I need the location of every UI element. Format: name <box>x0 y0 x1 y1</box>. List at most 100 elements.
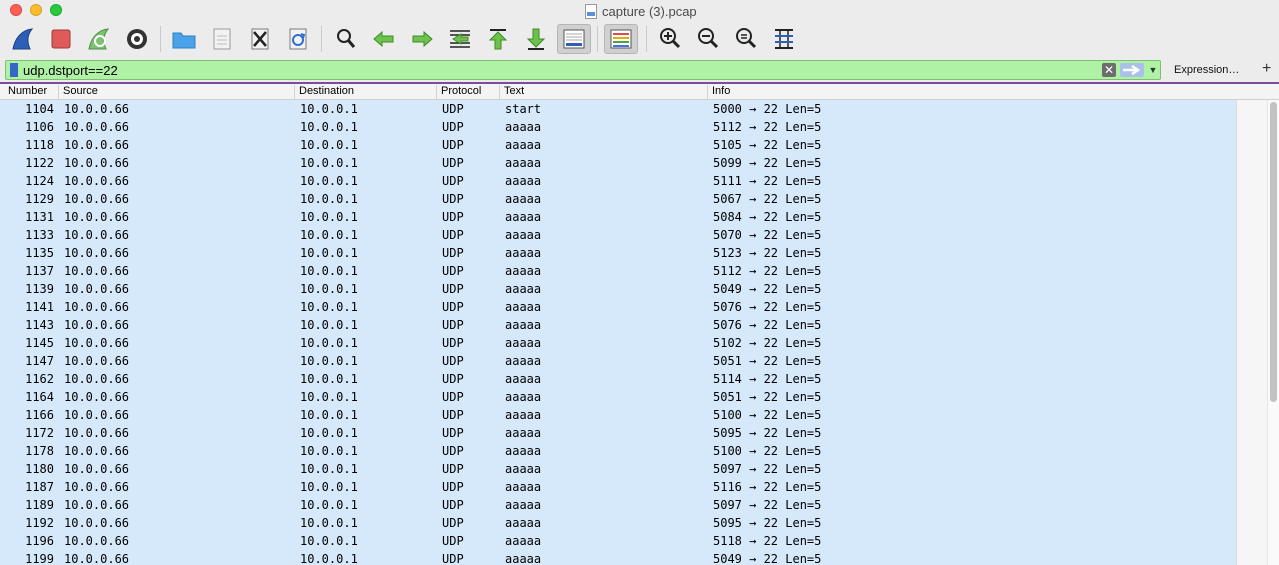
packet-source: 10.0.0.66 <box>64 120 130 134</box>
packet-row[interactable]: 1131 10.0.0.66 10.0.0.1 UDP aaaaa 5084 → 22 L… <box>0 208 1236 226</box>
column-header-protocol[interactable]: Protocol <box>436 85 481 99</box>
packet-row[interactable]: 1135 10.0.0.66 10.0.0.1 UDP aaaaa 5123 → 22 L… <box>0 244 1236 262</box>
packet-destination: 10.0.0.1 <box>300 552 358 565</box>
packet-number: 1172 <box>25 426 54 440</box>
zoom-out-icon[interactable] <box>693 24 723 54</box>
packet-info: 5116 → 22 Len=5 <box>713 480 822 494</box>
packet-row[interactable]: 1199 10.0.0.66 10.0.0.1 UDP aaaaa 5049 → 22 L… <box>0 550 1236 565</box>
go-back-icon[interactable] <box>369 24 399 54</box>
packet-source: 10.0.0.66 <box>64 138 130 152</box>
packet-number: 1135 <box>25 246 54 260</box>
packet-row[interactable]: 1162 10.0.0.66 10.0.0.1 UDP aaaaa 5114 → 22 L… <box>0 370 1236 388</box>
filter-bookmark-icon[interactable] <box>10 63 18 77</box>
open-file-icon[interactable] <box>169 24 199 54</box>
column-header-info[interactable]: Info <box>707 85 730 99</box>
toolbar-separator <box>597 26 598 52</box>
packet-text: aaaaa <box>505 534 542 548</box>
apply-filter-icon[interactable] <box>1120 63 1144 77</box>
packet-source: 10.0.0.66 <box>64 372 130 386</box>
display-filter-input[interactable] <box>23 62 1093 78</box>
packet-source: 10.0.0.66 <box>64 480 130 494</box>
packet-row[interactable]: 1118 10.0.0.66 10.0.0.1 UDP aaaaa 5105 → 22 L… <box>0 136 1236 154</box>
packet-number: 1137 <box>25 264 54 278</box>
column-header-destination[interactable]: Destination <box>294 85 354 99</box>
colorize-icon[interactable] <box>604 24 638 54</box>
packet-row[interactable]: 1141 10.0.0.66 10.0.0.1 UDP aaaaa 5076 → 22 L… <box>0 298 1236 316</box>
packet-source: 10.0.0.66 <box>64 444 130 458</box>
packet-protocol: UDP <box>442 300 464 314</box>
packet-row[interactable]: 1139 10.0.0.66 10.0.0.1 UDP aaaaa 5049 → 22 L… <box>0 280 1236 298</box>
normal-size-icon[interactable] <box>731 24 761 54</box>
packet-row[interactable]: 1104 10.0.0.66 10.0.0.1 UDP start 5000 → 22 L… <box>0 100 1236 118</box>
column-header-text[interactable]: Text <box>499 85 524 99</box>
resize-columns-icon[interactable] <box>769 24 799 54</box>
packet-info: 5100 → 22 Len=5 <box>713 444 822 458</box>
zoom-in-icon[interactable] <box>655 24 685 54</box>
packet-info: 5112 → 22 Len=5 <box>713 264 822 278</box>
packet-number: 1199 <box>25 552 54 565</box>
packet-row[interactable]: 1147 10.0.0.66 10.0.0.1 UDP aaaaa 5051 → 22 L… <box>0 352 1236 370</box>
go-to-packet-icon[interactable] <box>445 24 475 54</box>
minimize-window-button[interactable] <box>30 4 42 16</box>
packet-row[interactable]: 1178 10.0.0.66 10.0.0.1 UDP aaaaa 5100 → 22 L… <box>0 442 1236 460</box>
zoom-window-button[interactable] <box>50 4 62 16</box>
start-capture-icon[interactable] <box>8 24 38 54</box>
packet-number: 1133 <box>25 228 54 242</box>
packet-row[interactable]: 1143 10.0.0.66 10.0.0.1 UDP aaaaa 5076 → 22 L… <box>0 316 1236 334</box>
packet-protocol: UDP <box>442 426 464 440</box>
filter-history-chevron-down-icon[interactable]: ▼ <box>1147 63 1159 77</box>
packet-info: 5097 → 22 Len=5 <box>713 498 822 512</box>
packet-row[interactable]: 1129 10.0.0.66 10.0.0.1 UDP aaaaa 5067 → 22 L… <box>0 190 1236 208</box>
stop-capture-icon[interactable] <box>46 24 76 54</box>
packet-row[interactable]: 1180 10.0.0.66 10.0.0.1 UDP aaaaa 5097 → 22 L… <box>0 460 1236 478</box>
close-window-button[interactable] <box>10 4 22 16</box>
packet-protocol: UDP <box>442 444 464 458</box>
display-filter-box: ✕ ▼ <box>5 60 1161 80</box>
packet-protocol: UDP <box>442 138 464 152</box>
packet-row[interactable]: 1145 10.0.0.66 10.0.0.1 UDP aaaaa 5102 → 22 L… <box>0 334 1236 352</box>
auto-scroll-icon[interactable] <box>557 24 591 54</box>
restart-capture-icon[interactable] <box>84 24 114 54</box>
packet-source: 10.0.0.66 <box>64 534 130 548</box>
packet-info: 5076 → 22 Len=5 <box>713 318 822 332</box>
packet-source: 10.0.0.66 <box>64 300 130 314</box>
packet-row[interactable]: 1196 10.0.0.66 10.0.0.1 UDP aaaaa 5118 → 22 L… <box>0 532 1236 550</box>
last-packet-icon[interactable] <box>521 24 551 54</box>
add-filter-button[interactable]: + <box>1262 60 1271 78</box>
packet-info: 5067 → 22 Len=5 <box>713 192 822 206</box>
packet-destination: 10.0.0.1 <box>300 534 358 548</box>
packet-row[interactable]: 1172 10.0.0.66 10.0.0.1 UDP aaaaa 5095 → 22 L… <box>0 424 1236 442</box>
packet-protocol: UDP <box>442 318 464 332</box>
packet-row[interactable]: 1189 10.0.0.66 10.0.0.1 UDP aaaaa 5097 → 22 L… <box>0 496 1236 514</box>
clear-filter-icon[interactable]: ✕ <box>1102 63 1116 77</box>
packet-row[interactable]: 1192 10.0.0.66 10.0.0.1 UDP aaaaa 5095 → 22 L… <box>0 514 1236 532</box>
expression-button[interactable]: Expression… <box>1174 64 1239 76</box>
first-packet-icon[interactable] <box>483 24 513 54</box>
packet-source: 10.0.0.66 <box>64 246 130 260</box>
packet-destination: 10.0.0.1 <box>300 498 358 512</box>
packet-row[interactable]: 1137 10.0.0.66 10.0.0.1 UDP aaaaa 5112 → 22 L… <box>0 262 1236 280</box>
packet-row[interactable]: 1124 10.0.0.66 10.0.0.1 UDP aaaaa 5111 → 22 L… <box>0 172 1236 190</box>
packet-row[interactable]: 1164 10.0.0.66 10.0.0.1 UDP aaaaa 5051 → 22 L… <box>0 388 1236 406</box>
find-packet-icon[interactable] <box>331 24 361 54</box>
column-header-source[interactable]: Source <box>58 85 98 99</box>
save-file-icon[interactable] <box>207 24 237 54</box>
packet-row[interactable]: 1106 10.0.0.66 10.0.0.1 UDP aaaaa 5112 → 22 L… <box>0 118 1236 136</box>
packet-number: 1122 <box>25 156 54 170</box>
scrollbar-thumb[interactable] <box>1270 102 1277 402</box>
packet-row[interactable]: 1187 10.0.0.66 10.0.0.1 UDP aaaaa 5116 → 22 L… <box>0 478 1236 496</box>
packet-row[interactable]: 1166 10.0.0.66 10.0.0.1 UDP aaaaa 5100 → 22 L… <box>0 406 1236 424</box>
close-file-icon[interactable] <box>245 24 275 54</box>
packet-row[interactable]: 1133 10.0.0.66 10.0.0.1 UDP aaaaa 5070 → 22 L… <box>0 226 1236 244</box>
go-forward-icon[interactable] <box>407 24 437 54</box>
column-header-number[interactable]: Number <box>0 85 47 99</box>
capture-options-icon[interactable] <box>122 24 152 54</box>
packet-source: 10.0.0.66 <box>64 516 130 530</box>
packet-number: 1129 <box>25 192 54 206</box>
packet-text: aaaaa <box>505 192 542 206</box>
packet-info: 5099 → 22 Len=5 <box>713 156 822 170</box>
packet-rows: 1104 10.0.0.66 10.0.0.1 UDP start 5000 → 22 L… <box>0 100 1236 565</box>
packet-row[interactable]: 1122 10.0.0.66 10.0.0.1 UDP aaaaa 5099 → 22 L… <box>0 154 1236 172</box>
packet-destination: 10.0.0.1 <box>300 300 358 314</box>
reload-file-icon[interactable] <box>283 24 313 54</box>
